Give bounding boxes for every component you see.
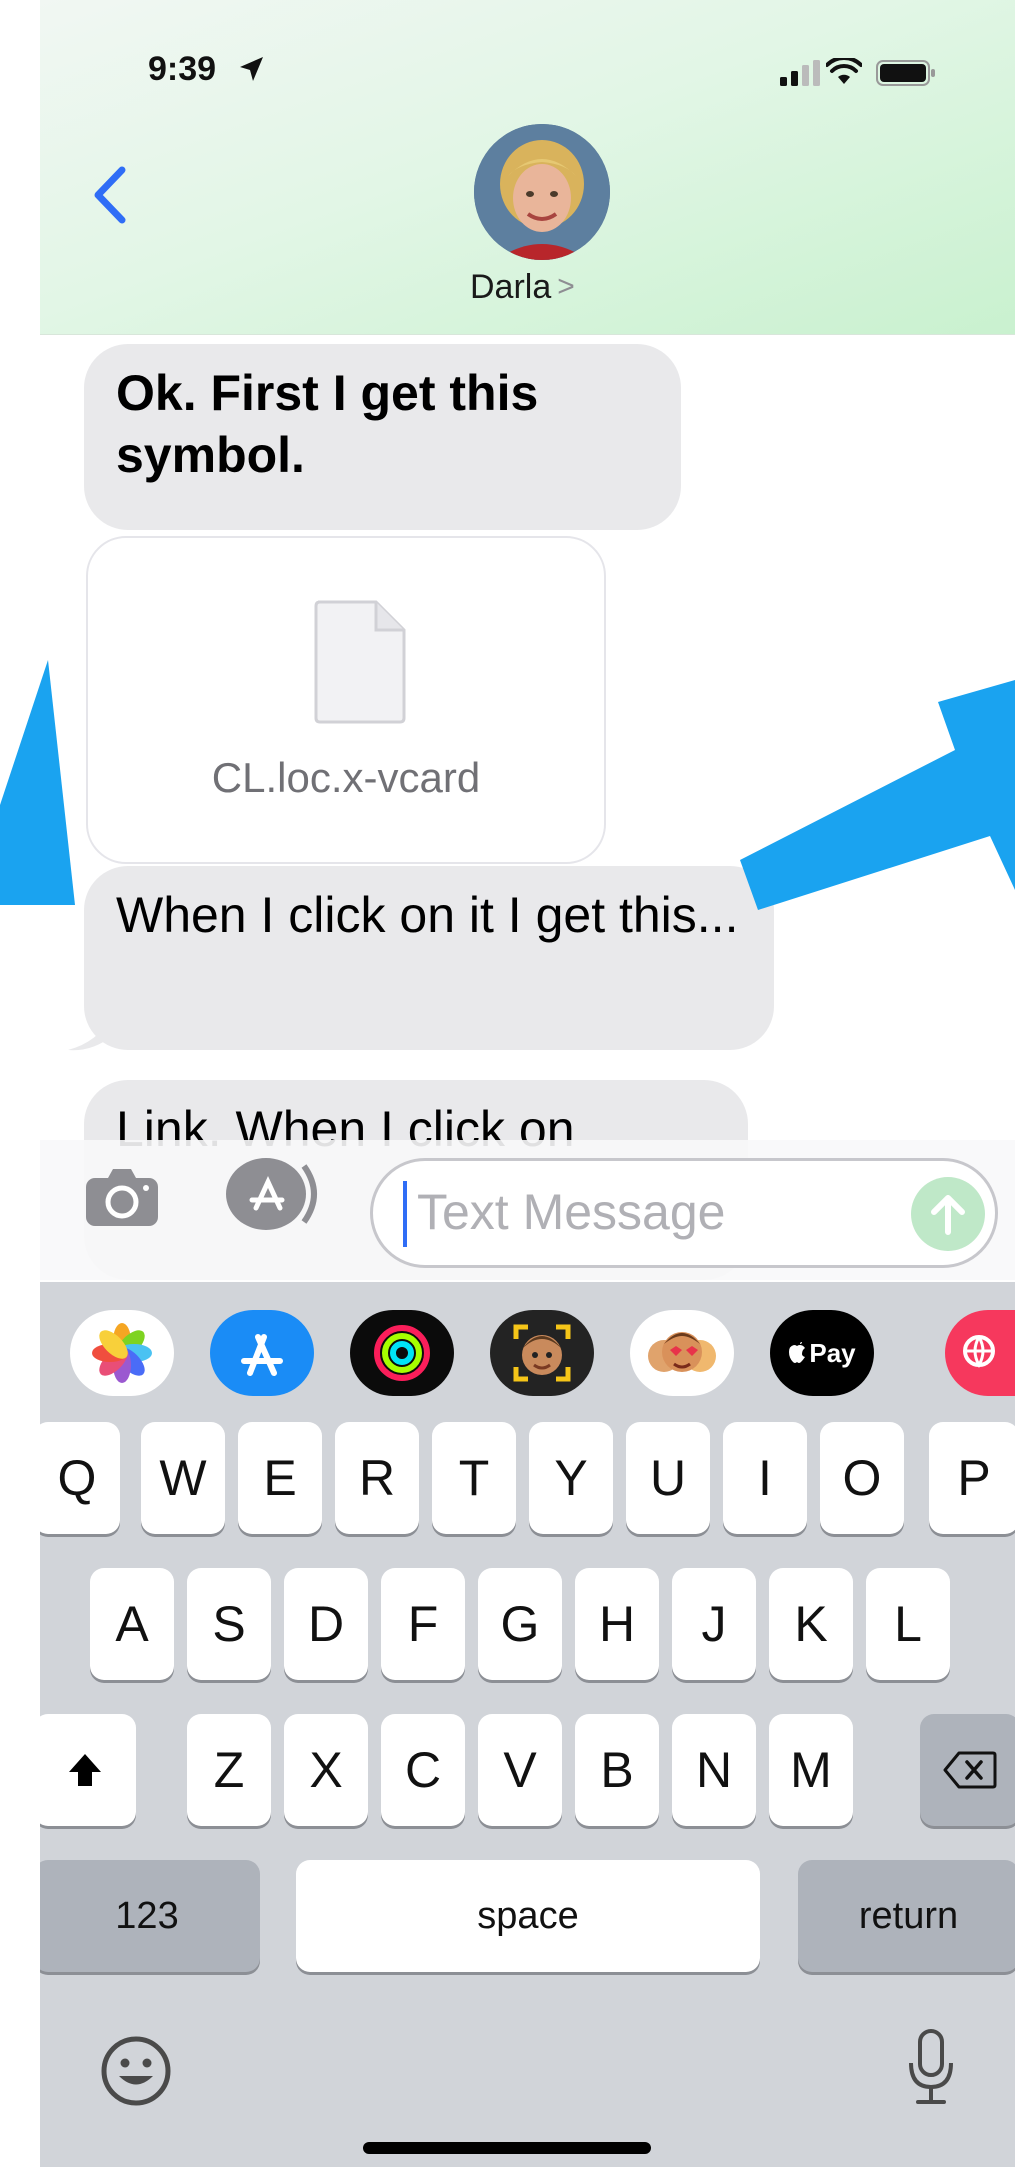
contact-avatar[interactable] [474, 124, 610, 260]
annotation-arrow-right [740, 680, 1015, 910]
send-button[interactable] [911, 1177, 985, 1251]
key-k[interactable]: K [769, 1568, 853, 1680]
contact-name: Darla [470, 267, 552, 306]
return-key[interactable]: return [798, 1860, 1015, 1972]
key-l[interactable]: L [866, 1568, 950, 1680]
document-icon [314, 600, 406, 724]
contact-name-button[interactable]: Darla > [470, 264, 575, 310]
microphone-icon[interactable] [906, 2027, 956, 2107]
arrow-up-icon [931, 1195, 965, 1235]
delete-icon [943, 1751, 997, 1789]
battery-icon [876, 60, 935, 86]
keyboard: Pay Q W E R T Y U I O P A S D F G H J K … [40, 1282, 1015, 2167]
space-key[interactable]: space [296, 1860, 760, 1972]
apple-logo-icon [789, 1342, 806, 1363]
home-indicator [363, 2142, 651, 2154]
key-e[interactable]: E [238, 1422, 322, 1534]
key-r[interactable]: R [335, 1422, 419, 1534]
key-u[interactable]: U [626, 1422, 710, 1534]
status-time: 9:39 [148, 50, 217, 88]
activity-app-icon[interactable] [350, 1310, 454, 1396]
wifi-icon [826, 58, 862, 84]
apple-pay-app-icon[interactable]: Pay [770, 1310, 874, 1396]
key-o[interactable]: O [820, 1422, 904, 1534]
memoji-stickers-app-icon[interactable] [630, 1310, 734, 1396]
key-j[interactable]: J [672, 1568, 756, 1680]
key-z[interactable]: Z [187, 1714, 271, 1826]
key-p[interactable]: P [929, 1422, 1015, 1534]
app-store-icon[interactable] [224, 1156, 330, 1232]
key-b[interactable]: B [575, 1714, 659, 1826]
memoji-app-icon[interactable] [490, 1310, 594, 1396]
key-v[interactable]: V [478, 1714, 562, 1826]
camera-icon[interactable] [84, 1166, 160, 1228]
key-a[interactable]: A [90, 1568, 174, 1680]
text-caret [403, 1181, 407, 1247]
chevron-right-icon: > [557, 270, 575, 303]
conversation-header: 9:39 Darla > [40, 0, 1015, 335]
key-t[interactable]: T [432, 1422, 516, 1534]
photos-app-icon[interactable] [70, 1310, 174, 1396]
message-input[interactable]: Text Message [370, 1158, 998, 1268]
web-search-app-icon[interactable] [945, 1310, 1015, 1396]
apple-pay-label: Pay [809, 1337, 856, 1368]
app-store-app-icon[interactable] [210, 1310, 314, 1396]
key-i[interactable]: I [723, 1422, 807, 1534]
message-bubble[interactable]: When I click on it I get this... [84, 866, 774, 1050]
key-f[interactable]: F [381, 1568, 465, 1680]
shift-icon [69, 1754, 101, 1786]
key-s[interactable]: S [187, 1568, 271, 1680]
message-bubble[interactable]: Ok. First I get this symbol. [84, 344, 681, 530]
key-q[interactable]: Q [40, 1422, 120, 1534]
imessage-app-row: Pay [40, 1282, 1015, 1418]
key-d[interactable]: D [284, 1568, 368, 1680]
message-input-placeholder: Text Message [417, 1184, 726, 1240]
key-y[interactable]: Y [529, 1422, 613, 1534]
delete-key[interactable] [920, 1714, 1015, 1826]
key-x[interactable]: X [284, 1714, 368, 1826]
signal-icon [780, 60, 820, 86]
attachment-filename: CL.loc.x-vcard [211, 754, 481, 801]
vcard-attachment[interactable]: CL.loc.x-vcard [86, 536, 606, 864]
key-n[interactable]: N [672, 1714, 756, 1826]
numbers-key[interactable]: 123 [40, 1860, 260, 1972]
key-m[interactable]: M [769, 1714, 853, 1826]
key-c[interactable]: C [381, 1714, 465, 1826]
phone-screen: 9:39 Darla > Ok. First I get this symbol… [40, 0, 1015, 2167]
key-g[interactable]: G [478, 1568, 562, 1680]
emoji-icon[interactable] [100, 2035, 172, 2107]
key-w[interactable]: W [141, 1422, 225, 1534]
back-chevron-icon[interactable] [80, 160, 140, 230]
shift-key[interactable] [40, 1714, 136, 1826]
key-h[interactable]: H [575, 1568, 659, 1680]
location-arrow-icon [240, 57, 263, 81]
